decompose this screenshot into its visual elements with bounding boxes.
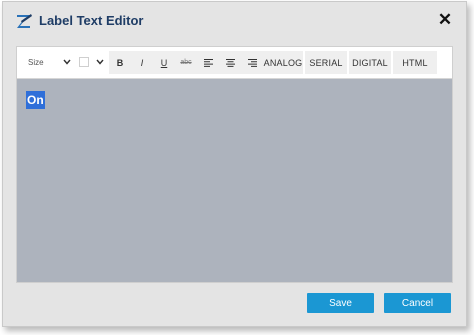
- cancel-button[interactable]: Cancel: [384, 293, 451, 313]
- editor-toolbar: Size B I U abc ANALOG SERIAL DIGITAL HTM…: [17, 47, 452, 79]
- rich-text-editor: Size B I U abc ANALOG SERIAL DIGITAL HTM…: [16, 46, 453, 283]
- font-size-select[interactable]: Size: [22, 51, 74, 74]
- align-center-icon: [225, 58, 235, 67]
- html-button[interactable]: HTML: [393, 51, 437, 74]
- selected-label-text[interactable]: On: [26, 91, 45, 109]
- align-left-button[interactable]: [197, 51, 219, 74]
- chevron-down-icon: [96, 59, 104, 65]
- analog-button[interactable]: ANALOG: [263, 51, 303, 74]
- color-swatch: [79, 57, 89, 67]
- edit-text-icon: [17, 14, 32, 28]
- dialog-title: Label Text Editor: [39, 13, 144, 28]
- close-icon[interactable]: ✕: [435, 10, 455, 30]
- label-text-editor-dialog: Label Text Editor ✕ Size B I U abc ANALO…: [2, 1, 467, 327]
- align-center-button[interactable]: [219, 51, 241, 74]
- editor-content-area[interactable]: On: [17, 78, 452, 282]
- chevron-down-icon: [63, 59, 71, 65]
- italic-button[interactable]: I: [131, 51, 153, 74]
- font-color-select[interactable]: [77, 51, 107, 74]
- align-left-icon: [203, 58, 213, 67]
- align-right-icon: [247, 58, 257, 67]
- underline-button[interactable]: U: [153, 51, 175, 74]
- save-button[interactable]: Save: [307, 293, 374, 313]
- bold-button[interactable]: B: [109, 51, 131, 74]
- align-right-button[interactable]: [241, 51, 263, 74]
- digital-button[interactable]: DIGITAL: [349, 51, 391, 74]
- serial-button[interactable]: SERIAL: [305, 51, 347, 74]
- font-size-label: Size: [28, 58, 44, 67]
- strikethrough-button[interactable]: abc: [175, 51, 197, 74]
